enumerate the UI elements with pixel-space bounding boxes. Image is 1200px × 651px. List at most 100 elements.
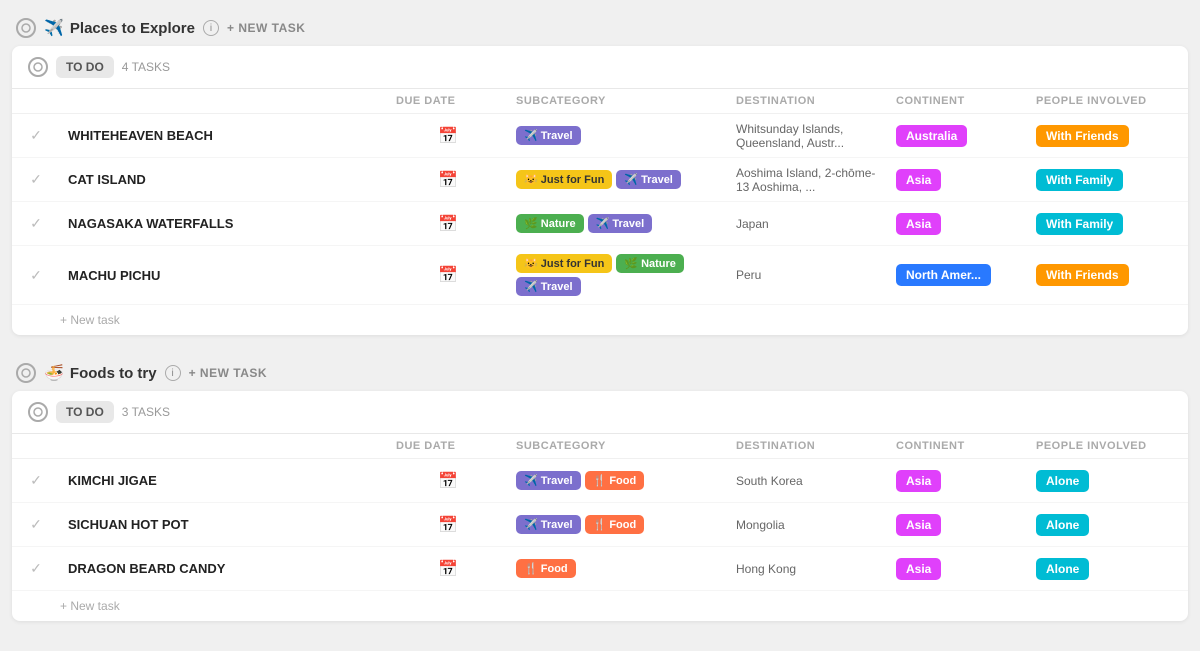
tag-travel[interactable]: ✈️ Travel (616, 170, 681, 189)
tag-travel[interactable]: ✈️ Travel (516, 126, 581, 145)
check-cell[interactable]: ✓ (12, 560, 60, 577)
people-badge: Alone (1036, 558, 1089, 580)
tag-travel[interactable]: ✈️ Travel (516, 515, 581, 534)
due-date-cell[interactable]: 📅 (388, 170, 508, 190)
tasks-count: 3 TASKS (122, 405, 170, 419)
info-icon[interactable]: i (203, 20, 219, 36)
status-collapse-btn[interactable] (28, 402, 48, 422)
col-destination: DESTINATION (728, 95, 888, 107)
tag-nature[interactable]: 🌿 Nature (516, 214, 584, 233)
new-task-header-btn[interactable]: + NEW TASK (189, 366, 267, 380)
people-cell: With Friends (1028, 125, 1188, 147)
continent-cell: Asia (888, 558, 1028, 580)
people-cell: With Friends (1028, 264, 1188, 286)
new-task-row[interactable]: + New task (12, 305, 1188, 335)
continent-badge: Asia (896, 169, 941, 191)
subcategory-cell: 🌿 Nature✈️ Travel (508, 210, 728, 237)
tag-food[interactable]: 🍴 Food (516, 559, 576, 578)
check-icon: ✓ (30, 127, 42, 144)
tag-travel[interactable]: ✈️ Travel (516, 471, 581, 490)
column-headers: DUE DATE SUBCATEGORY DESTINATION CONTINE… (12, 89, 1188, 114)
check-cell[interactable]: ✓ (12, 127, 60, 144)
people-badge: With Friends (1036, 125, 1129, 147)
continent-cell: Asia (888, 470, 1028, 492)
check-icon: ✓ (30, 516, 42, 533)
section-collapse-btn[interactable] (16, 18, 36, 38)
due-date-cell[interactable]: 📅 (388, 126, 508, 146)
destination-cell: Aoshima Island, 2-chōme-13 Aoshima, ... (728, 166, 888, 194)
people-badge: With Family (1036, 169, 1123, 191)
task-name[interactable]: WHITEHEAVEN BEACH (60, 128, 388, 143)
col-check (12, 440, 60, 452)
check-cell[interactable]: ✓ (12, 516, 60, 533)
task-name[interactable]: SICHUAN HOT POT (60, 517, 388, 532)
col-subcategory: SUBCATEGORY (508, 95, 728, 107)
check-icon: ✓ (30, 560, 42, 577)
check-cell[interactable]: ✓ (12, 267, 60, 284)
check-cell[interactable]: ✓ (12, 472, 60, 489)
subcategory-cell: ✈️ Travel🍴 Food (508, 511, 728, 538)
due-date-cell[interactable]: 📅 (388, 515, 508, 535)
task-name[interactable]: CAT ISLAND (60, 172, 388, 187)
col-check (12, 95, 60, 107)
calendar-icon: 📅 (438, 214, 458, 234)
tag-travel[interactable]: ✈️ Travel (516, 277, 581, 296)
tasks-count: 4 TASKS (122, 60, 170, 74)
task-name[interactable]: KIMCHI JIGAE (60, 473, 388, 488)
table-row: ✓ MACHU PICHU 📅 😺 Just for Fun🌿 Nature ✈️ Tr… (12, 246, 1188, 305)
tag-food[interactable]: 🍴 Food (585, 515, 645, 534)
col-due-date: DUE DATE (388, 95, 508, 107)
people-badge: Alone (1036, 470, 1089, 492)
table-row: ✓SICHUAN HOT POT📅✈️ Travel🍴 FoodMongolia… (12, 503, 1188, 547)
table-places: TO DO4 TASKS DUE DATE SUBCATEGORY DESTIN… (12, 46, 1188, 335)
table-row: ✓ CAT ISLAND📅 😺 Just for Fun✈️ Travel Aoshi… (12, 158, 1188, 202)
check-cell[interactable]: ✓ (12, 215, 60, 232)
continent-badge: Asia (896, 514, 941, 536)
task-name[interactable]: MACHU PICHU (60, 268, 388, 283)
new-task-row[interactable]: + New task (12, 591, 1188, 621)
people-cell: With Family (1028, 169, 1188, 191)
check-icon: ✓ (30, 267, 42, 284)
col-name (60, 95, 388, 107)
continent-cell: Asia (888, 213, 1028, 235)
task-name[interactable]: DRAGON BEARD CANDY (60, 561, 388, 576)
page: ✈️ Places to Explore i + NEW TASK TO DO4… (0, 0, 1200, 651)
tag-nature[interactable]: 🌿 Nature (616, 254, 684, 273)
table-row: ✓NAGASAKA WATERFALLS📅🌿 Nature✈️ TravelJa… (12, 202, 1188, 246)
destination-cell: Peru (728, 268, 888, 282)
continent-badge: North Amer... (896, 264, 991, 286)
info-icon[interactable]: i (165, 365, 181, 381)
destination-cell: Japan (728, 217, 888, 231)
due-date-cell[interactable]: 📅 (388, 471, 508, 491)
destination-cell: Mongolia (728, 518, 888, 532)
calendar-icon: 📅 (438, 265, 458, 285)
section-collapse-btn[interactable] (16, 363, 36, 383)
people-badge: Alone (1036, 514, 1089, 536)
section-header-places: ✈️ Places to Explore i + NEW TASK (0, 10, 1200, 46)
section-icon: ✈️ (44, 18, 64, 38)
tag-fun[interactable]: 😺 Just for Fun (516, 170, 612, 189)
column-headers: DUE DATE SUBCATEGORY DESTINATION CONTINE… (12, 434, 1188, 459)
due-date-cell[interactable]: 📅 (388, 214, 508, 234)
status-collapse-btn[interactable] (28, 57, 48, 77)
destination-cell: Whitsunday Islands, Queensland, Austr... (728, 122, 888, 150)
subcategory-cell: 😺 Just for Fun🌿 Nature ✈️ Travel (508, 250, 728, 300)
people-badge: With Friends (1036, 264, 1129, 286)
tag-fun[interactable]: 😺 Just for Fun (516, 254, 612, 273)
tag-food[interactable]: 🍴 Food (585, 471, 645, 490)
people-cell: Alone (1028, 514, 1188, 536)
col-name (60, 440, 388, 452)
check-icon: ✓ (30, 171, 42, 188)
task-name[interactable]: NAGASAKA WATERFALLS (60, 216, 388, 231)
table-row: ✓DRAGON BEARD CANDY📅🍴 FoodHong KongAsiaA… (12, 547, 1188, 591)
section-header-foods: 🍜 Foods to try i + NEW TASK (0, 355, 1200, 391)
calendar-icon: 📅 (438, 471, 458, 491)
continent-badge: Asia (896, 558, 941, 580)
due-date-cell[interactable]: 📅 (388, 265, 508, 285)
continent-cell: Asia (888, 169, 1028, 191)
tag-travel[interactable]: ✈️ Travel (588, 214, 653, 233)
section-places: ✈️ Places to Explore i + NEW TASK TO DO4… (0, 10, 1200, 335)
check-cell[interactable]: ✓ (12, 171, 60, 188)
people-cell: With Family (1028, 213, 1188, 235)
new-task-header-btn[interactable]: + NEW TASK (227, 21, 305, 35)
